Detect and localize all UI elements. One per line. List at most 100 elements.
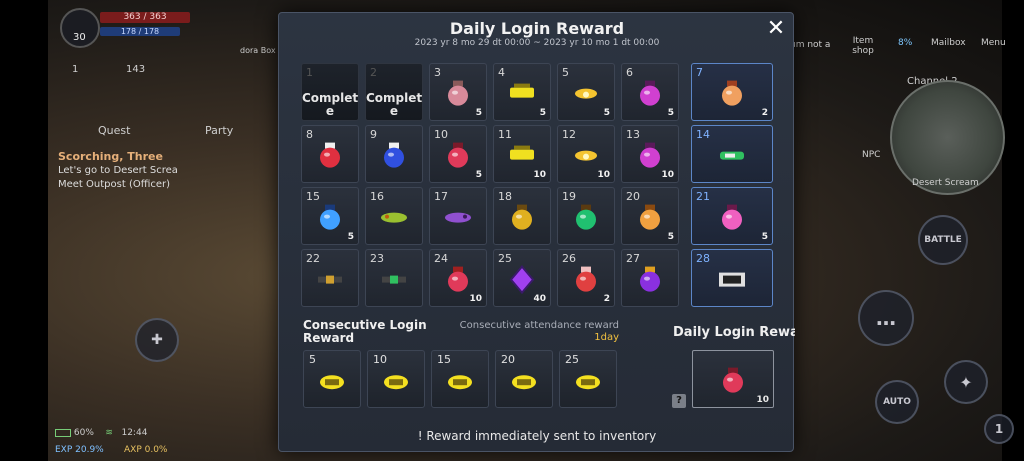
consecutive-reward-10[interactable]: 10 (367, 350, 425, 408)
item-quantity: 5 (667, 108, 674, 118)
reward-day-3[interactable]: 35 (429, 63, 487, 121)
green-cannon-icon (378, 264, 410, 296)
reward-day-28[interactable]: 28 (691, 249, 773, 307)
reward-day-23[interactable]: 23 (365, 249, 423, 307)
consecutive-reward-15[interactable]: 15 (431, 350, 489, 408)
wifi-icon: ≋ (105, 428, 113, 438)
orange-flask-icon (634, 202, 666, 234)
item-quantity: 40 (533, 294, 546, 304)
consecutive-att-value: 1day (594, 332, 619, 343)
silver-card-icon (716, 264, 748, 296)
item-quantity: 5 (603, 108, 610, 118)
reward-day-6[interactable]: 65 (621, 63, 679, 121)
notification-badge[interactable]: 1 (984, 414, 1014, 444)
green-fish-icon (378, 202, 410, 234)
reward-period: 2023 yr 8 mo 29 dt 00:00 ~ 2023 yr 10 mo… (414, 38, 660, 48)
reward-day-27[interactable]: 27 (621, 249, 679, 307)
day-number: 20 (501, 353, 515, 366)
dialog-title: Daily Login Reward (449, 19, 625, 38)
item-shop-label[interactable]: Item shop (848, 36, 878, 56)
reward-day-12[interactable]: 12 10 (557, 125, 615, 183)
reward-day-15[interactable]: 15 5 (301, 187, 359, 245)
reward-day-18[interactable]: 18 (493, 187, 551, 245)
daily-login-reward-dialog: Daily Login Reward 2023 yr 8 mo 29 dt 00… (278, 12, 795, 452)
top-partial-label: um not a (790, 40, 831, 50)
item-quantity: 10 (597, 170, 610, 180)
status-bar: 60% ≋ 12:44 (55, 428, 147, 438)
day-number: 8 (306, 128, 313, 141)
reward-day-5[interactable]: 55 (557, 63, 615, 121)
day-number: 5 (562, 66, 569, 79)
battery-icon (55, 428, 71, 437)
consecutive-reward-5[interactable]: 5 (303, 350, 361, 408)
chat-icon[interactable]: … (858, 290, 914, 346)
today-reward-slot[interactable]: 10 (692, 350, 774, 408)
orange-scroll-icon (716, 78, 748, 110)
red-scroll-icon (570, 264, 602, 296)
today-reward-title: Daily Login Reward (673, 325, 795, 340)
complete-label: Complet e (366, 91, 423, 118)
region-name: Desert Scream (912, 178, 979, 188)
left-black-bar (0, 0, 48, 461)
day-number: 4 (498, 66, 505, 79)
day-number: 5 (309, 353, 316, 366)
quest-title: Scorching, Three (58, 150, 163, 163)
day-number: 3 (434, 66, 441, 79)
dora-box-label[interactable]: dora Box (240, 46, 276, 55)
consecutive-reward-25[interactable]: 25 (559, 350, 617, 408)
mp-bar: 178 / 178 (100, 27, 180, 36)
reward-day-2[interactable]: 2 Complet e (365, 63, 423, 121)
joystick[interactable]: ✚ (135, 318, 179, 362)
item-quantity: 2 (761, 108, 768, 118)
quest-tracker[interactable]: Scorching, Three Let's go to Desert Scre… (58, 150, 218, 192)
red-potion-icon (442, 140, 474, 172)
consecutive-reward-20[interactable]: 20 (495, 350, 553, 408)
purple-helmet-icon (634, 264, 666, 296)
reward-day-19[interactable]: 19 (557, 187, 615, 245)
reward-day-24[interactable]: 24 10 (429, 249, 487, 307)
day-number: 9 (370, 128, 377, 141)
reward-day-22[interactable]: 22 (301, 249, 359, 307)
reward-day-14[interactable]: 14 (691, 125, 773, 183)
player-level: 30 (73, 32, 86, 43)
menu-label[interactable]: Menu (981, 38, 1006, 48)
reward-day-10[interactable]: 10 5 (429, 125, 487, 183)
npc-button[interactable]: NPC (862, 150, 880, 160)
reward-day-25[interactable]: 25 40 (493, 249, 551, 307)
consecutive-title: Consecutive Login Reward (303, 318, 427, 345)
help-button[interactable]: ? (672, 394, 686, 408)
day-number: 28 (696, 252, 710, 265)
reward-day-17[interactable]: 17 (429, 187, 487, 245)
day-number: 2 (370, 66, 377, 79)
auto-button[interactable]: AUTO (875, 380, 919, 424)
day-number: 15 (437, 353, 451, 366)
reward-day-9[interactable]: 9 (365, 125, 423, 183)
skill-icon[interactable]: ✦ (944, 360, 988, 404)
reward-day-26[interactable]: 26 2 (557, 249, 615, 307)
gold-ticket-icon (316, 366, 348, 398)
gold-cannon-icon (314, 264, 346, 296)
reward-day-7[interactable]: 72 (691, 63, 773, 121)
percent-label: 8% (898, 38, 913, 48)
clock: 12:44 (121, 428, 148, 438)
reward-day-13[interactable]: 13 10 (621, 125, 679, 183)
reward-day-1[interactable]: 1 Complet e (301, 63, 359, 121)
day-number: 21 (696, 190, 710, 203)
close-button[interactable]: ✕ (765, 18, 787, 41)
reward-day-16[interactable]: 16 (365, 187, 423, 245)
reward-day-11[interactable]: 11 10 (493, 125, 551, 183)
reward-day-4[interactable]: 45 (493, 63, 551, 121)
reward-day-8[interactable]: 8 (301, 125, 359, 183)
reward-day-20[interactable]: 20 5 (621, 187, 679, 245)
stat-a-value: 1 (72, 64, 79, 75)
battle-button[interactable]: BATTLE (918, 215, 968, 265)
stat-b-value: 143 (126, 64, 146, 75)
axp-label: AXP 0.0% (124, 445, 168, 455)
purple-fish-icon (442, 202, 474, 234)
mailbox-label[interactable]: Mailbox (931, 38, 966, 48)
item-quantity: 5 (475, 170, 482, 180)
day-number: 25 (565, 353, 579, 366)
party-tab[interactable]: Party (205, 124, 233, 137)
reward-day-21[interactable]: 21 5 (691, 187, 773, 245)
quest-tab[interactable]: Quest (98, 124, 130, 137)
